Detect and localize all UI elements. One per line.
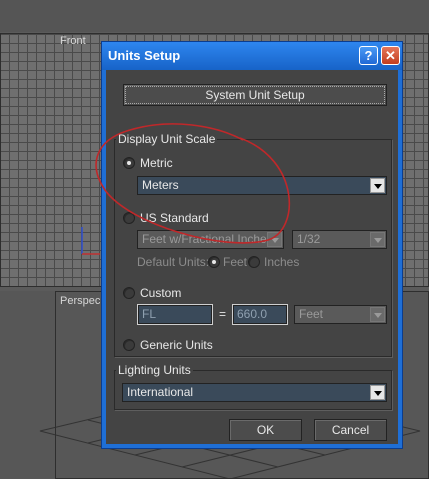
us-standard-radio[interactable] [123, 212, 135, 224]
custom-unit-dropdown[interactable]: Feet [294, 305, 387, 324]
dialog-title: Units Setup [108, 48, 181, 63]
chevron-down-icon[interactable] [267, 232, 282, 247]
metric-label[interactable]: Metric [140, 156, 173, 170]
chevron-down-icon[interactable] [370, 307, 385, 322]
custom-radio[interactable] [123, 287, 135, 299]
us-standard-value: Feet w/Fractional Inches [142, 232, 273, 246]
chevron-down-icon[interactable] [370, 232, 385, 247]
metric-units-dropdown[interactable]: Meters [137, 176, 387, 195]
generic-units-label[interactable]: Generic Units [140, 338, 213, 352]
units-setup-dialog: Units Setup ? ✕ System Unit Setup Displa… [101, 41, 403, 449]
lighting-units-value: International [127, 385, 194, 399]
us-standard-dropdown[interactable]: Feet w/Fractional Inches [137, 230, 284, 249]
custom-name-field[interactable]: FL [137, 304, 213, 325]
chevron-down-icon[interactable] [370, 385, 385, 400]
viewport-perspective-label[interactable]: Perspec [60, 295, 100, 307]
custom-equals-label: = [219, 307, 227, 321]
custom-label[interactable]: Custom [140, 286, 181, 300]
chevron-down-icon[interactable] [370, 178, 385, 193]
ok-button[interactable]: OK [229, 419, 302, 441]
custom-unit-value: Feet [299, 307, 324, 321]
generic-units-radio[interactable] [123, 339, 135, 351]
dialog-client: System Unit Setup Display Unit Scale Met… [106, 70, 398, 444]
help-icon[interactable]: ? [359, 46, 378, 65]
custom-amount-field[interactable]: 660.0 [232, 304, 288, 325]
system-unit-setup-button[interactable]: System Unit Setup [123, 84, 387, 106]
close-icon[interactable]: ✕ [381, 46, 400, 65]
dialog-title-bar[interactable]: Units Setup ? ✕ [102, 42, 402, 70]
us-fraction-value: 1/32 [297, 232, 321, 246]
display-unit-scale-title: Display Unit Scale [116, 132, 218, 146]
default-feet-radio[interactable] [208, 256, 220, 268]
viewport-top[interactable] [0, 0, 429, 32]
axis-gizmo-icon [81, 227, 100, 255]
metric-units-value: Meters [142, 178, 179, 192]
us-standard-label[interactable]: US Standard [140, 211, 209, 225]
us-fraction-dropdown[interactable]: 1/32 [292, 230, 387, 249]
default-inches-label[interactable]: Inches [264, 255, 299, 269]
cancel-button[interactable]: Cancel [314, 419, 387, 441]
default-feet-label[interactable]: Feet [223, 255, 247, 269]
default-units-label: Default Units: [137, 255, 210, 269]
default-inches-radio[interactable] [248, 256, 260, 268]
viewport-front-label[interactable]: Front [60, 35, 86, 47]
lighting-units-dropdown[interactable]: International [122, 383, 387, 402]
lighting-units-title: Lighting Units [116, 363, 193, 377]
metric-radio[interactable] [123, 157, 135, 169]
